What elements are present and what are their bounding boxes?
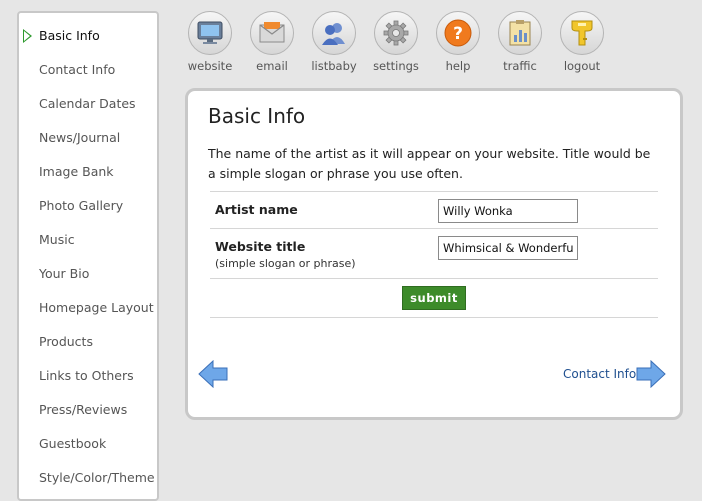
submit-button[interactable]: submit [402, 286, 466, 310]
toolbar-label: traffic [503, 59, 537, 73]
next-arrow-icon[interactable] [636, 359, 666, 392]
toolbar-logout-button[interactable]: logout [557, 11, 607, 73]
sidebar-item-products[interactable]: Products [39, 334, 93, 349]
sidebar-item-contact-info[interactable]: Contact Info [39, 62, 115, 77]
divider [210, 317, 658, 318]
sidebar-item-image-bank[interactable]: Image Bank [39, 164, 114, 179]
sidebar-item-your-bio[interactable]: Your Bio [39, 266, 89, 281]
sidebar-item-press-reviews[interactable]: Press/Reviews [39, 402, 127, 417]
sidebar-item-links-to-others[interactable]: Links to Others [39, 368, 134, 383]
key-icon [560, 11, 604, 55]
toolbar-label: email [256, 59, 288, 73]
toolbar-traffic-button[interactable]: traffic [495, 11, 545, 73]
toolbar-help-button[interactable]: ? help [433, 11, 483, 73]
svg-text:?: ? [453, 24, 463, 44]
toolbar-label: settings [373, 59, 419, 73]
sidebar-item-homepage-layout[interactable]: Homepage Layout [39, 300, 154, 315]
sidebar-item-guestbook[interactable]: Guestbook [39, 436, 106, 451]
toolbar-listbaby-button[interactable]: listbaby [309, 11, 359, 73]
people-icon [312, 11, 356, 55]
sidebar-item-calendar-dates[interactable]: Calendar Dates [39, 96, 136, 111]
toolbar-settings-button[interactable]: settings [371, 11, 421, 73]
clipboard-chart-icon [498, 11, 542, 55]
page-title: Basic Info [208, 104, 306, 128]
divider [210, 228, 658, 229]
toolbar-website-button[interactable]: website [185, 11, 235, 73]
panel-description: The name of the artist as it will appear… [208, 146, 651, 181]
monitor-icon [188, 11, 232, 55]
next-page-link[interactable]: Contact Info [563, 367, 636, 381]
artist-name-label: Artist name [215, 202, 298, 217]
envelope-icon [250, 11, 294, 55]
divider [210, 278, 658, 279]
toolbar-label: logout [563, 59, 601, 73]
sidebar-item-news-journal[interactable]: News/Journal [39, 130, 120, 145]
question-icon: ? [436, 11, 480, 55]
divider [210, 191, 658, 192]
website-title-hint: (simple slogan or phrase) [215, 257, 356, 270]
toolbar-email-button[interactable]: email [247, 11, 297, 73]
gear-icon [374, 11, 418, 55]
website-title-label: Website title [215, 239, 306, 254]
basic-info-panel: Basic Info The name of the artist as it … [185, 88, 683, 420]
toolbar-label: listbaby [311, 59, 357, 73]
sidebar-item-photo-gallery[interactable]: Photo Gallery [39, 198, 123, 213]
sidebar: Basic Info Contact Info Calendar Dates N… [17, 11, 159, 501]
sidebar-item-basic-info[interactable]: Basic Info [39, 28, 100, 43]
sidebar-item-music[interactable]: Music [39, 232, 75, 247]
artist-name-input[interactable] [438, 199, 578, 223]
sidebar-item-style-color-theme[interactable]: Style/Color/Theme [39, 470, 155, 485]
toolbar-label: website [187, 59, 233, 73]
previous-arrow-icon[interactable] [198, 359, 228, 392]
toolbar-label: help [445, 59, 471, 73]
active-indicator-icon [23, 29, 32, 43]
website-title-input[interactable] [438, 236, 578, 260]
